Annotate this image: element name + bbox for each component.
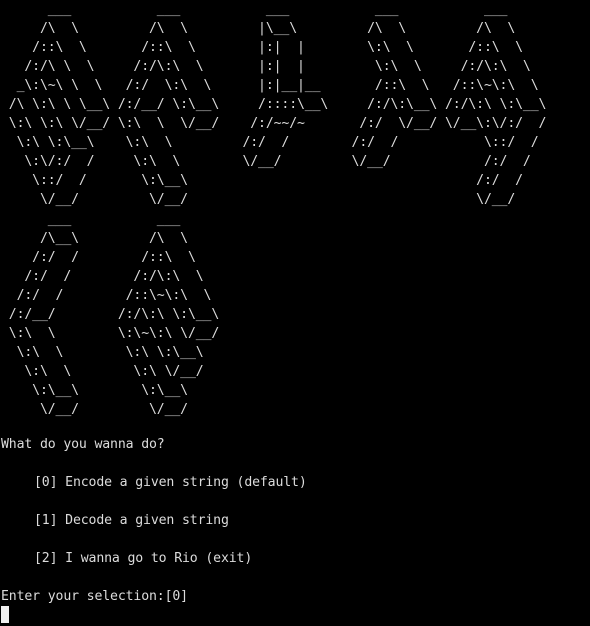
menu-option-decode: [1] Decode a given string	[34, 513, 229, 528]
text-cursor[interactable]	[1, 606, 9, 623]
terminal-window[interactable]: ___ ___ ___ ___ ___ /\ \ /\ \ |\__\ /\ \…	[0, 0, 590, 626]
menu-option-exit: [2] I wanna go to Rio (exit)	[34, 551, 253, 566]
selection-prompt: Enter your selection:[0]	[1, 589, 188, 604]
menu-question: What do you wanna do?	[1, 437, 165, 452]
ascii-banner-top: ___ ___ ___ ___ ___ /\ \ /\ \ |\__\ /\ \…	[8, 2, 547, 207]
menu-option-encode: [0] Encode a given string (default)	[34, 475, 307, 490]
ascii-banner-bottom: ___ ___ /\__\ /\ \ /:/ / /::\ \ /:/ / /:…	[8, 212, 220, 417]
